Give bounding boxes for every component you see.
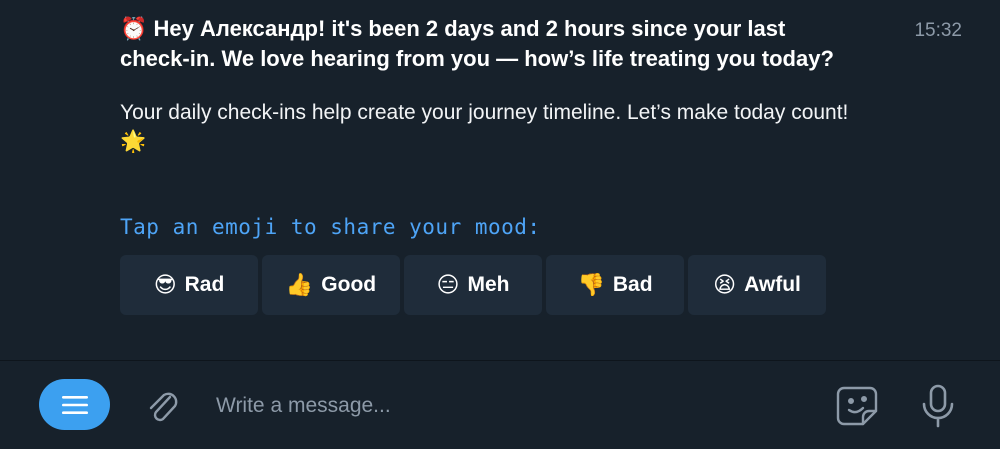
bot-menu-button[interactable] [39,379,110,430]
thumbs-down-icon: 👎 [577,272,605,298]
paperclip-icon [149,392,178,422]
mood-label: Good [321,273,377,296]
mood-button-awful[interactable]: 😫 Awful [688,255,826,315]
sticker-icon [836,386,878,426]
message-greeting: ⏰ Hey Александр! it's been 2 days and 2 … [120,14,850,73]
body-text: Your daily check-ins help create your jo… [120,101,849,124]
message-input[interactable] [216,386,796,426]
mood-label: Rad [184,273,225,296]
message-composer [0,361,1000,449]
glowing-star-icon: 🌟 [120,129,147,153]
mood-prompt: Tap an emoji to share your mood: [120,215,541,239]
voice-record-button[interactable] [914,381,962,431]
mood-button-rad[interactable]: 😎 Rad [120,255,258,315]
message-body: Your daily check-ins help create your jo… [120,99,850,156]
mood-button-row: 😎 Rad 👍 Good 😑 Meh 👎 Bad 😫 Awful [120,255,826,315]
attach-button[interactable] [140,383,184,427]
mood-button-good[interactable]: 👍 Good [262,255,400,315]
tired-face-icon: 😫 [713,272,737,298]
sticker-button[interactable] [833,381,883,431]
mood-label: Awful [744,273,801,296]
expressionless-face-icon: 😑 [436,272,460,298]
microphone-icon [922,384,954,428]
mood-label: Bad [612,273,653,296]
chat-area: ⏰ Hey Александр! it's been 2 days and 2 … [0,0,1000,360]
sunglasses-face-icon: 😎 [153,272,177,298]
message-timestamp: 15:32 [914,20,962,41]
mood-button-bad[interactable]: 👎 Bad [546,255,684,315]
mood-button-meh[interactable]: 😑 Meh [404,255,542,315]
bot-message: ⏰ Hey Александр! it's been 2 days and 2 … [120,14,850,156]
menu-icon [61,395,88,414]
thumbs-up-icon: 👍 [285,272,314,298]
mood-label: Meh [467,273,510,296]
alarm-clock-icon: ⏰ [120,17,148,42]
greeting-text: Hey Александр! it's been 2 days and 2 ho… [120,16,834,71]
